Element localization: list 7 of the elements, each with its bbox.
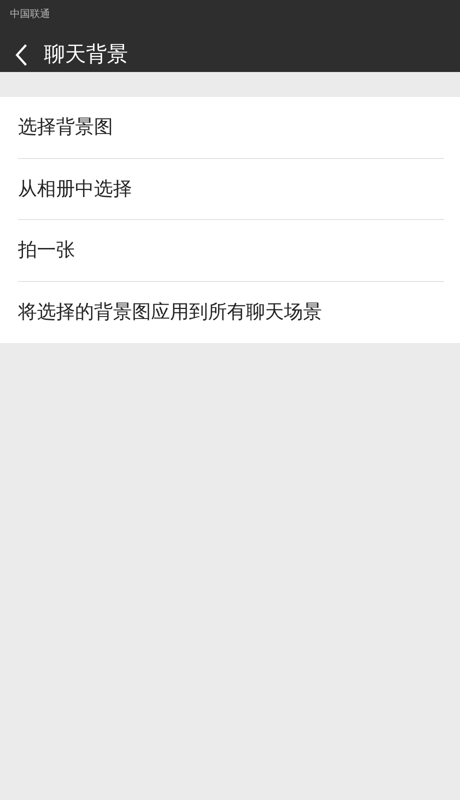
menu-item[interactable]: 将选择的背景图应用到所有聊天场景 bbox=[18, 282, 444, 343]
menu-item[interactable]: 从相册中选择 bbox=[18, 158, 444, 220]
page-title: 聊天背景 bbox=[44, 41, 128, 68]
carrier-name: 中国联通 bbox=[9, 10, 50, 20]
back-icon[interactable] bbox=[14, 43, 28, 67]
menu-item[interactable]: 拍一张 bbox=[18, 220, 444, 282]
menu-item[interactable]: 选择背景图 bbox=[18, 97, 444, 158]
